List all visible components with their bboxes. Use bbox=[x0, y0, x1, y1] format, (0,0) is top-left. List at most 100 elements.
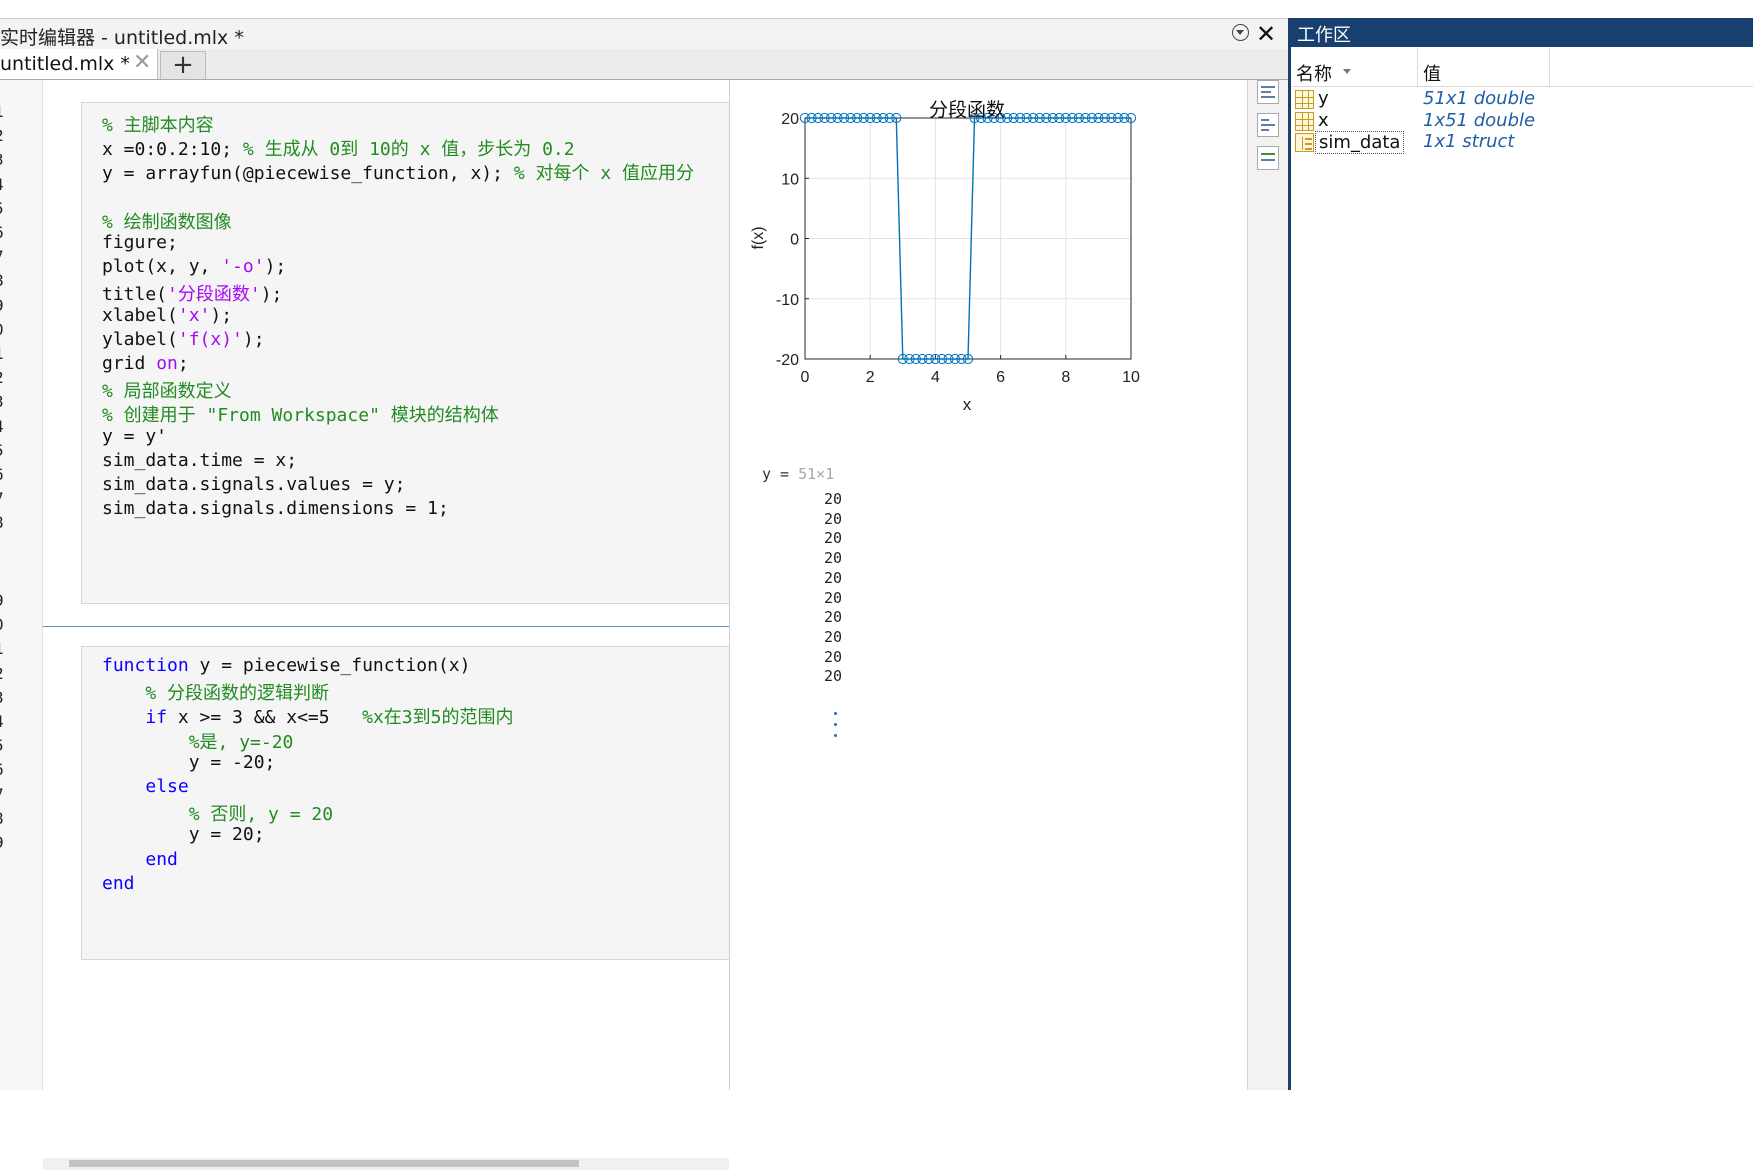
output-pane: x f(x) 0 2 4 6 8 10 20 10 0 -10 -20 分段函数 y = 51×1 … bbox=[729, 80, 1248, 1090]
code-line[interactable]: title('分段函数'); bbox=[102, 280, 282, 306]
code-text: sim_data.signals.dimensions = 1; bbox=[102, 498, 449, 520]
code-line[interactable]: y = 20; bbox=[102, 824, 265, 845]
dropdown-menu-icon[interactable] bbox=[1232, 24, 1249, 41]
code-area[interactable]: % 主脚本内容 x =0:0.2:10; % 生成从 0到 10的 x 值，步长为… bbox=[43, 80, 729, 1170]
code-comment: % 对每个 x 值应用分 bbox=[513, 163, 694, 185]
code-line[interactable]: plot(x, y, '-o'); bbox=[102, 256, 286, 277]
code-line[interactable]: % 主脚本内容 bbox=[102, 111, 214, 137]
variable-name[interactable]: sim_data bbox=[1315, 131, 1405, 154]
scrollbar-thumb[interactable] bbox=[69, 1160, 579, 1167]
column-name-header[interactable]: 名称 bbox=[1296, 60, 1332, 86]
output-var-size: 51×1 bbox=[798, 465, 835, 483]
code-keyword: end bbox=[102, 872, 135, 894]
output-value: 20 bbox=[824, 608, 843, 627]
variable-name[interactable]: y bbox=[1318, 88, 1329, 109]
code-line[interactable]: % 否则, y = 20 bbox=[102, 800, 333, 826]
column-divider[interactable] bbox=[1417, 48, 1418, 86]
code-line[interactable]: y = y' bbox=[102, 426, 167, 447]
close-editor-button[interactable]: ✕ bbox=[1256, 19, 1276, 49]
code-line[interactable]: function y = piecewise_function(x) bbox=[102, 655, 470, 676]
output-right-icon[interactable] bbox=[1257, 113, 1279, 137]
line-number: 2 bbox=[0, 664, 4, 683]
code-line[interactable]: % 绘制函数图像 bbox=[102, 208, 232, 234]
code-text: ); bbox=[260, 284, 283, 306]
code-comment: %x在3到5的范围内 bbox=[362, 707, 514, 729]
tab-untitled[interactable]: untitled.mlx * ✕ bbox=[0, 49, 158, 79]
sort-arrow-icon[interactable] bbox=[1343, 69, 1351, 74]
y-tick-label: -10 bbox=[776, 292, 799, 309]
line-number-gutter: 1 2 3 4 5 6 7 8 9 0 1 2 3 4 5 6 7 8 9 0 1 2 3 4 5 6 7 8 9 bbox=[0, 80, 43, 1090]
variable-value: 1x51 double bbox=[1423, 109, 1536, 131]
code-line[interactable]: y = arrayfun(@piecewise_function, x); % … bbox=[102, 159, 694, 185]
output-var-name: y = bbox=[762, 465, 799, 483]
code-line[interactable]: y = -20; bbox=[102, 752, 276, 773]
code-line[interactable]: % 分段函数的逻辑判断 bbox=[102, 679, 329, 705]
code-line[interactable]: if x >= 3 && x<=5 %x在3到5的范围内 bbox=[102, 703, 513, 729]
variable-name[interactable]: x bbox=[1318, 110, 1329, 131]
code-text: title( bbox=[102, 284, 168, 306]
column-divider[interactable] bbox=[1549, 48, 1550, 86]
x-tick-label: 8 bbox=[1061, 369, 1070, 386]
x-tick-label: 6 bbox=[996, 369, 1005, 386]
code-line[interactable]: end bbox=[102, 849, 178, 870]
code-section-function[interactable]: function y = piecewise_function(x) % 分段函… bbox=[81, 646, 729, 960]
code-line[interactable]: grid on; bbox=[102, 353, 189, 374]
code-string: 'f(x)' bbox=[177, 328, 243, 350]
code-line[interactable]: %是, y=-20 bbox=[102, 728, 294, 754]
hide-code-icon[interactable] bbox=[1257, 146, 1279, 170]
code-line[interactable]: x =0:0.2:10; % 生成从 0到 10的 x 值，步长为 0.2 bbox=[102, 135, 575, 161]
output-value: 20 bbox=[824, 568, 843, 587]
workspace-row-x[interactable]: x 1x51 double bbox=[1291, 110, 1753, 132]
code-line[interactable]: % 创建用于 "From Workspace" 模块的结构体 bbox=[102, 401, 499, 427]
column-value-header[interactable]: 值 bbox=[1423, 60, 1441, 86]
line-number: 5 bbox=[0, 736, 4, 755]
y-tick-label: -20 bbox=[776, 352, 799, 369]
figure-plot[interactable]: x f(x) 0 2 4 6 8 10 20 10 0 -10 -20 分段函数 bbox=[730, 88, 1170, 428]
code-text: x =0:0.2:10; bbox=[102, 139, 243, 161]
code-text: ylabel( bbox=[102, 328, 178, 350]
x-tick-label: 2 bbox=[866, 369, 875, 386]
code-line[interactable]: % 局部函数定义 bbox=[102, 377, 232, 403]
line-number: 5 bbox=[0, 441, 4, 460]
output-value: 20 bbox=[824, 647, 843, 666]
line-number: 6 bbox=[0, 223, 4, 242]
workspace-row-y[interactable]: y 51x1 double bbox=[1291, 88, 1753, 110]
y-tick-label: 20 bbox=[781, 111, 799, 128]
line-number: 4 bbox=[0, 175, 4, 194]
code-comment: % 主脚本内容 bbox=[102, 115, 214, 136]
code-text: y = y' bbox=[102, 425, 168, 447]
line-number: 9 bbox=[0, 296, 4, 315]
code-line[interactable]: sim_data.signals.values = y; bbox=[102, 474, 405, 495]
code-line[interactable]: ylabel('f(x)'); bbox=[102, 329, 265, 350]
y-tick-label: 10 bbox=[781, 171, 799, 188]
horizontal-scrollbar[interactable] bbox=[43, 1158, 729, 1170]
code-line[interactable]: end bbox=[102, 873, 135, 894]
line-number: 1 bbox=[0, 344, 4, 363]
close-tab-icon[interactable]: ✕ bbox=[133, 50, 151, 75]
code-line[interactable]: sim_data.time = x; bbox=[102, 450, 297, 471]
code-string: '-o' bbox=[221, 256, 265, 278]
plot-xlabel: x bbox=[963, 395, 972, 414]
output-inline-icon[interactable] bbox=[1257, 80, 1279, 104]
line-number: 0 bbox=[0, 320, 4, 339]
add-tab-button[interactable]: + bbox=[160, 51, 206, 79]
struct-icon bbox=[1295, 133, 1314, 152]
line-number: 6 bbox=[0, 760, 4, 779]
code-line[interactable]: figure; bbox=[102, 232, 178, 253]
code-line[interactable]: else bbox=[102, 776, 188, 797]
editor-titlebar: 实时编辑器 - untitled.mlx * ✕ bbox=[0, 18, 1288, 50]
code-text: figure; bbox=[102, 232, 178, 253]
workspace-row-sim_data[interactable]: sim_data 1x1 struct bbox=[1291, 131, 1753, 154]
code-line[interactable]: xlabel('x'); bbox=[102, 305, 232, 326]
code-line[interactable]: sim_data.signals.dimensions = 1; bbox=[102, 498, 449, 519]
line-number: 1 bbox=[0, 102, 4, 121]
code-section-main[interactable]: % 主脚本内容 x =0:0.2:10; % 生成从 0到 10的 x 值，步长为… bbox=[81, 102, 729, 604]
expand-output-icon[interactable] bbox=[834, 712, 838, 742]
output-value: 20 bbox=[824, 509, 843, 528]
code-comment: % 局部函数定义 bbox=[102, 381, 232, 403]
workspace-column-header: 名称 值 bbox=[1291, 48, 1753, 87]
